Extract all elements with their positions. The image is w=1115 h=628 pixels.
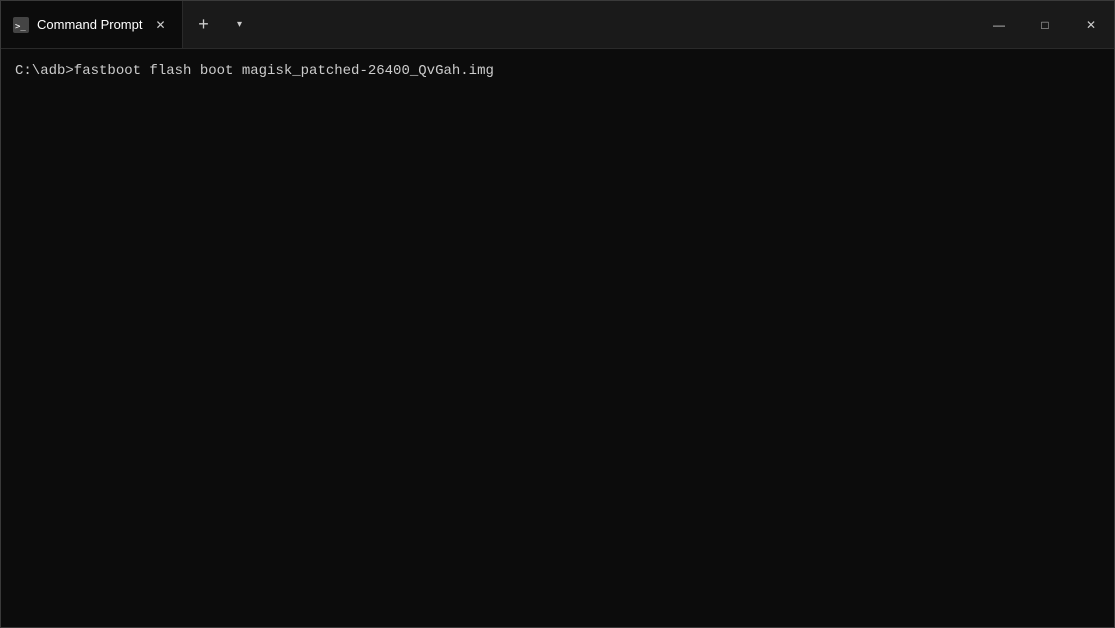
svg-text:>_: >_	[15, 22, 26, 32]
active-tab[interactable]: >_ Command Prompt ✕	[1, 1, 183, 48]
window-controls: — □ ✕	[976, 1, 1114, 48]
close-button[interactable]: ✕	[1068, 1, 1114, 48]
tab-dropdown-button[interactable]: ▾	[223, 1, 255, 48]
terminal-body[interactable]: C:\adb>fastboot flash boot magisk_patche…	[1, 49, 1114, 627]
terminal-line-1: C:\adb>fastboot flash boot magisk_patche…	[15, 61, 1100, 82]
tab-title: Command Prompt	[37, 17, 142, 32]
minimize-button[interactable]: —	[976, 1, 1022, 48]
tab-close-button[interactable]: ✕	[150, 15, 170, 35]
maximize-button[interactable]: □	[1022, 1, 1068, 48]
titlebar: >_ Command Prompt ✕ + ▾ —	[1, 1, 1114, 49]
titlebar-left: >_ Command Prompt ✕ + ▾	[1, 1, 976, 48]
terminal-window: >_ Command Prompt ✕ + ▾ —	[0, 0, 1115, 628]
new-tab-button[interactable]: +	[183, 1, 223, 48]
terminal-icon: >_	[13, 17, 29, 33]
